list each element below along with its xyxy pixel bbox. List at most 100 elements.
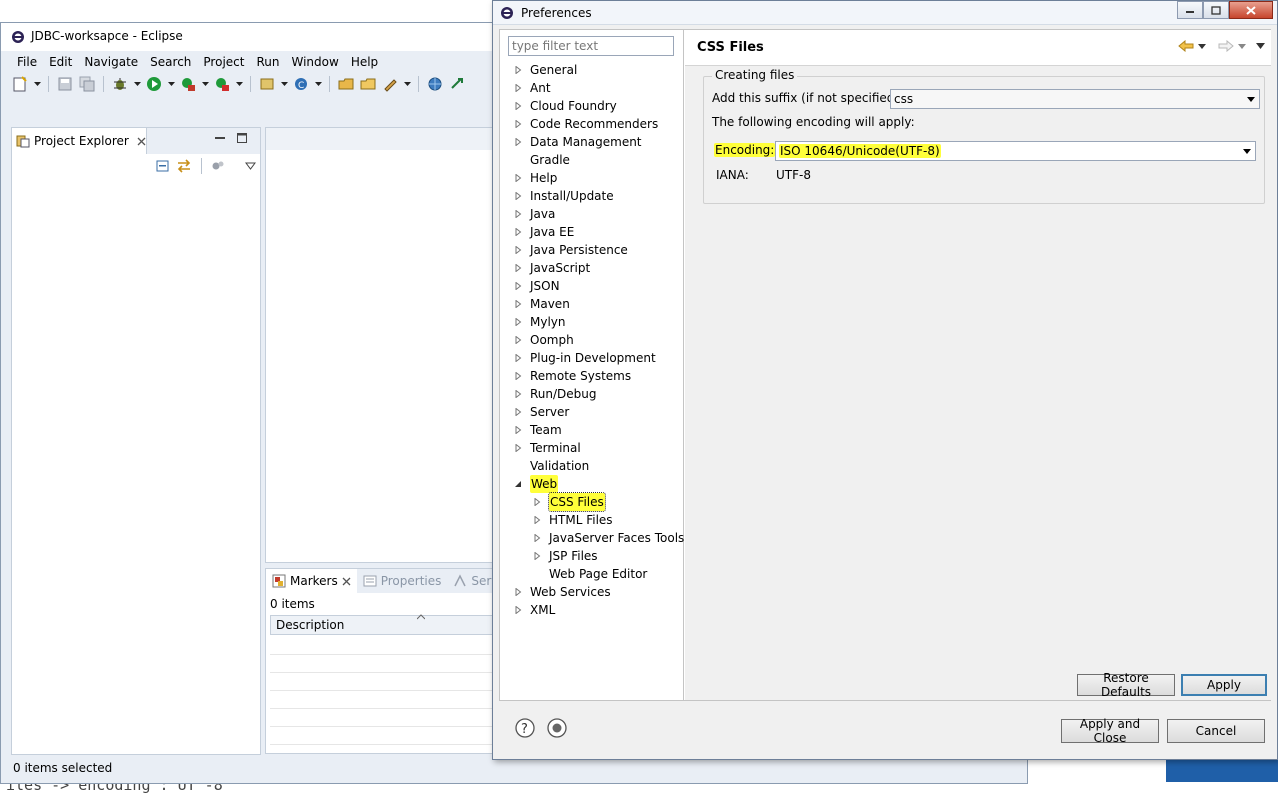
back-arrow-icon[interactable]: [1178, 40, 1194, 52]
open-folder-icon[interactable]: [359, 75, 377, 93]
run-external-icon[interactable]: [179, 75, 197, 93]
minimize-icon[interactable]: [214, 132, 226, 144]
tree-item[interactable]: Java EE: [514, 223, 674, 241]
debug-dropdown-icon[interactable]: [133, 75, 141, 93]
save-all-icon[interactable]: [78, 75, 96, 93]
tree-collapsed-icon[interactable]: [514, 84, 522, 92]
tree-item[interactable]: Oomph: [514, 331, 674, 349]
tree-item[interactable]: Data Management: [514, 133, 674, 151]
open-type-icon[interactable]: [337, 75, 355, 93]
menu-window[interactable]: Window: [285, 53, 344, 71]
tab-project-explorer[interactable]: Project Explorer: [12, 128, 147, 154]
tree-collapsed-icon[interactable]: [514, 210, 522, 218]
tree-collapsed-icon[interactable]: [514, 336, 522, 344]
tree-collapsed-icon[interactable]: [514, 264, 522, 272]
view-menu-icon[interactable]: [1256, 43, 1265, 49]
new-class-icon[interactable]: C: [292, 75, 310, 93]
tree-collapsed-icon[interactable]: [514, 120, 522, 128]
run-dropdown-icon[interactable]: [167, 75, 175, 93]
tree-collapsed-icon[interactable]: [514, 138, 522, 146]
tree-collapsed-icon[interactable]: [514, 192, 522, 200]
link-with-editor-icon[interactable]: [176, 159, 192, 173]
tree-expanded-icon[interactable]: [514, 480, 522, 488]
tree-item[interactable]: Server: [514, 403, 674, 421]
tree-collapsed-icon[interactable]: [533, 552, 541, 560]
close-icon[interactable]: [137, 137, 146, 146]
new-icon[interactable]: [11, 75, 29, 93]
apply-and-close-button[interactable]: Apply and Close: [1061, 717, 1159, 745]
new-dropdown-icon[interactable]: [33, 75, 41, 93]
tree-collapsed-icon[interactable]: [514, 390, 522, 398]
tree-item[interactable]: Web: [514, 475, 674, 493]
tree-collapsed-icon[interactable]: [514, 588, 522, 596]
tree-collapsed-icon[interactable]: [514, 372, 522, 380]
menu-edit[interactable]: Edit: [43, 53, 78, 71]
maximize-window-button[interactable]: [1203, 1, 1229, 19]
tree-item[interactable]: Java Persistence: [514, 241, 674, 259]
menu-run[interactable]: Run: [250, 53, 285, 71]
minimize-window-button[interactable]: [1177, 1, 1203, 19]
tree-item[interactable]: Help: [514, 169, 674, 187]
encoding-combo[interactable]: ISO 10646/Unicode(UTF-8): [775, 141, 1256, 161]
tree-item[interactable]: JavaScript: [514, 259, 674, 277]
tree-item[interactable]: Ant: [514, 79, 674, 97]
maximize-icon[interactable]: [236, 132, 248, 144]
tree-collapsed-icon[interactable]: [514, 174, 522, 182]
tree-collapsed-icon[interactable]: [514, 102, 522, 110]
tree-item[interactable]: Remote Systems: [514, 367, 674, 385]
tab-properties[interactable]: Properties: [357, 569, 448, 593]
debug-icon[interactable]: [111, 75, 129, 93]
tree-item[interactable]: HTML Files: [533, 511, 674, 529]
save-icon[interactable]: [56, 75, 74, 93]
restore-defaults-button[interactable]: Restore Defaults: [1077, 671, 1175, 699]
menu-file[interactable]: File: [11, 53, 43, 71]
new-server-icon[interactable]: [258, 75, 276, 93]
focus-icon[interactable]: [211, 159, 225, 173]
pen-icon[interactable]: [381, 75, 399, 93]
tree-collapsed-icon[interactable]: [514, 426, 522, 434]
tree-collapsed-icon[interactable]: [514, 66, 522, 74]
pen-dropdown-icon[interactable]: [403, 75, 411, 93]
run-external-dropdown-icon[interactable]: [201, 75, 209, 93]
close-icon[interactable]: [342, 577, 351, 586]
tree-item[interactable]: Validation: [514, 457, 674, 475]
tree-collapsed-icon[interactable]: [514, 318, 522, 326]
back-dropdown-icon[interactable]: [1198, 43, 1206, 49]
tree-collapsed-icon[interactable]: [514, 228, 522, 236]
forward-arrow-icon[interactable]: [1218, 40, 1234, 52]
tree-item[interactable]: CSS Files: [533, 492, 674, 512]
tree-collapsed-icon[interactable]: [514, 444, 522, 452]
refresh-icon[interactable]: [448, 75, 466, 93]
tree-collapsed-icon[interactable]: [514, 246, 522, 254]
close-window-button[interactable]: [1229, 1, 1273, 19]
menu-project[interactable]: Project: [197, 53, 250, 71]
column-header-description[interactable]: Description: [270, 614, 504, 635]
tree-item[interactable]: Terminal: [514, 439, 674, 457]
forward-dropdown-icon[interactable]: [1238, 43, 1246, 49]
suffix-combo[interactable]: css: [890, 89, 1260, 109]
tree-item[interactable]: Plug-in Development: [514, 349, 674, 367]
menu-navigate[interactable]: Navigate: [78, 53, 144, 71]
tree-item[interactable]: Web Services: [514, 583, 674, 601]
tree-item[interactable]: JavaServer Faces Tools: [533, 529, 684, 547]
new-class-dropdown-icon[interactable]: [314, 75, 322, 93]
tree-item[interactable]: General: [514, 61, 674, 79]
tree-item[interactable]: XML: [514, 601, 674, 619]
apply-button[interactable]: Apply: [1181, 674, 1267, 696]
tree-item[interactable]: Mylyn: [514, 313, 674, 331]
tree-item[interactable]: Web Page Editor: [533, 565, 674, 583]
tree-item[interactable]: Team: [514, 421, 674, 439]
tree-collapsed-icon[interactable]: [514, 408, 522, 416]
run-icon[interactable]: [145, 75, 163, 93]
tab-markers[interactable]: Markers: [266, 569, 357, 593]
tree-collapsed-icon[interactable]: [514, 354, 522, 362]
tree-item[interactable]: Install/Update: [514, 187, 674, 205]
cancel-button[interactable]: Cancel: [1167, 719, 1265, 743]
menu-search[interactable]: Search: [144, 53, 197, 71]
tree-collapsed-icon[interactable]: [533, 534, 541, 542]
tree-collapsed-icon[interactable]: [533, 516, 541, 524]
tree-collapsed-icon[interactable]: [514, 606, 522, 614]
coverage-dropdown-icon[interactable]: [235, 75, 243, 93]
tree-item[interactable]: JSP Files: [533, 547, 674, 565]
help-icon[interactable]: ?: [515, 718, 535, 738]
